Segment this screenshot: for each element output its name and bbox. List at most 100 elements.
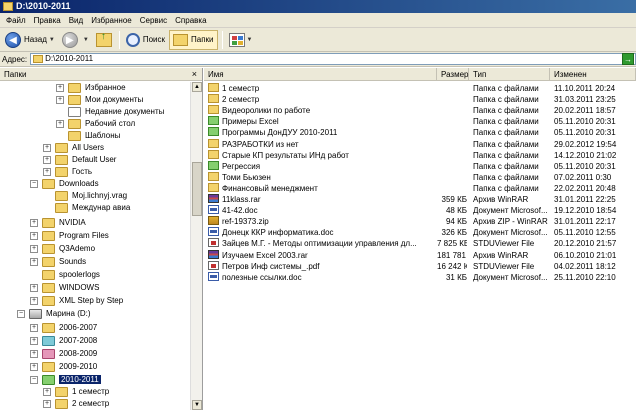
column-size[interactable]: Размер — [437, 68, 469, 81]
tree-item-recent-docs[interactable]: Недавние документы — [56, 106, 164, 117]
expand-icon[interactable]: + — [56, 119, 64, 128]
column-modified[interactable]: Изменен — [550, 68, 636, 81]
menu-help[interactable]: Справка — [171, 16, 210, 25]
file-row[interactable]: 41-42.doc 48 КБ Документ Microsof... 19.12.… — [204, 205, 636, 216]
file-modified: 05.11.2010 12:55 — [554, 228, 616, 238]
file-row[interactable]: Томи Бьюзен Папка с файлами 07.02.2011 0:3… — [204, 171, 636, 183]
folder-icon — [55, 202, 68, 213]
tree-item-my-documents[interactable]: + Мои документы — [56, 94, 143, 105]
file-row[interactable]: Зайцев М.Г. - Методы оптимизации управле… — [204, 238, 636, 249]
tree-item-2006-2007[interactable]: +2006-2007 — [30, 322, 97, 333]
address-input[interactable]: D:\2010-2011 — [30, 53, 636, 65]
tree-item-sounds[interactable]: + Sounds — [30, 256, 86, 267]
menu-tools[interactable]: Сервис — [136, 16, 171, 25]
menu-edit[interactable]: Правка — [30, 16, 65, 25]
collapse-icon[interactable]: − — [30, 179, 38, 188]
tree-item-2010-2011[interactable]: −2010-2011 — [30, 374, 101, 385]
tree-item-q3ademo[interactable]: + Q3Ademo — [30, 243, 95, 254]
tree-item-2-semestr[interactable]: +2 семестр — [43, 398, 109, 409]
folders-pane-title: Папки — [4, 70, 27, 79]
folder-icon — [208, 171, 219, 181]
file-row[interactable]: Донецк ККР информатика.doc 326 КБ Документ… — [204, 227, 636, 238]
forward-button[interactable]: ▶ ▼ — [59, 30, 92, 50]
tree-item-downloads[interactable]: − Downloads — [30, 178, 99, 189]
file-row[interactable]: РАЗРАБОТКИ из нет Папка с файлами 29.02.20… — [204, 138, 636, 150]
expand-icon[interactable]: + — [43, 167, 51, 176]
expand-icon[interactable]: + — [30, 283, 38, 292]
menu-favorites[interactable]: Избранное — [87, 16, 136, 25]
file-row[interactable]: 11klass.rar 359 КБ Архив WinRAR 31.01.2011 … — [204, 194, 636, 205]
up-button[interactable] — [93, 30, 115, 50]
file-row[interactable]: 1 семестр Папка с файлами 11.10.2011 20:24 — [204, 83, 636, 94]
file-row[interactable]: Примеры Excel Папка с файлами 05.11.2010 2… — [204, 116, 636, 127]
scroll-thumb[interactable] — [192, 162, 202, 216]
folder-icon — [42, 256, 55, 267]
tree-item-mezhdunar-avia[interactable]: Междунар авиа — [43, 202, 130, 213]
tree-item-guest[interactable]: + Гость — [43, 166, 92, 177]
expand-icon[interactable]: + — [30, 349, 38, 358]
menu-view[interactable]: Вид — [65, 16, 87, 25]
tree-item-2009-2010[interactable]: +2009-2010 — [30, 361, 97, 372]
expand-icon[interactable]: + — [30, 231, 38, 240]
tree-item-moj-lichnyj-vrag[interactable]: Moj.lichnyj.vrag — [43, 190, 127, 201]
folders-button[interactable]: Папки — [169, 29, 218, 50]
tree-item-windows[interactable]: + WINDOWS — [30, 282, 99, 293]
file-row[interactable]: Регрессия Папка с файлами 05.11.2010 20:31 — [204, 160, 636, 172]
expand-icon[interactable]: + — [43, 143, 51, 152]
expand-icon[interactable]: + — [43, 155, 51, 164]
scroll-up-icon[interactable]: ▲ — [192, 82, 202, 92]
tree-item-nvidia[interactable]: + NVIDIA — [30, 217, 86, 228]
views-button[interactable]: ▼ — [226, 30, 256, 50]
file-row[interactable]: Видеоролики по работе Папка с файлами 20.0… — [204, 105, 636, 116]
forward-arrow-icon: ▶ — [61, 31, 78, 48]
go-button[interactable]: → — [622, 53, 634, 65]
file-row[interactable]: 2 семестр Папка с файлами 31.03.2011 23:25 — [204, 94, 636, 105]
toolbar: ◀ Назад ▼ ▶ ▼ Поиск Папки ▼ — [0, 28, 636, 52]
tree-item-templates[interactable]: Шаблоны — [56, 130, 120, 141]
collapse-icon[interactable]: − — [17, 309, 25, 318]
expand-icon[interactable]: + — [30, 244, 38, 253]
expand-icon[interactable]: + — [43, 399, 51, 408]
file-row[interactable]: ref-19373.zip 94 КБ Архив ZIP - WinRAR 31.0… — [204, 216, 636, 227]
expand-icon[interactable]: + — [30, 362, 38, 371]
file-row[interactable]: Старые КП результаты ИНд работ Папка с фа… — [204, 149, 636, 161]
search-button[interactable]: Поиск — [123, 30, 168, 50]
tree-scrollbar[interactable]: ▲ ▼ — [190, 82, 202, 410]
scroll-down-icon[interactable]: ▼ — [192, 400, 202, 410]
expand-icon[interactable]: + — [30, 296, 38, 305]
tree-item-default-user[interactable]: + Default User — [43, 154, 116, 165]
column-name[interactable]: Имя — [204, 68, 437, 81]
file-row[interactable]: Программы ДонДУУ 2010-2011 Папка с файлам… — [204, 127, 636, 138]
expand-icon[interactable]: + — [56, 83, 64, 92]
file-row[interactable]: Финансовый менеджмент Папка с файлами 22.0… — [204, 182, 636, 194]
expand-icon[interactable]: + — [43, 387, 51, 396]
close-icon[interactable]: × — [192, 68, 197, 81]
expand-icon[interactable]: + — [56, 95, 64, 104]
file-type: Архив WinRAR — [473, 250, 529, 260]
folder-icon — [42, 361, 55, 372]
tree-item-desktop[interactable]: + Рабочий стол — [56, 118, 135, 129]
tree-item-drive-d[interactable]: − Марина (D:) — [17, 308, 91, 319]
tree-item-all-users[interactable]: + All Users — [43, 142, 104, 153]
expand-icon[interactable]: + — [30, 323, 38, 332]
tree-item-2008-2009[interactable]: +2008-2009 — [30, 348, 97, 359]
file-type: Папка с файлами — [473, 150, 539, 160]
expand-icon[interactable]: + — [30, 257, 38, 266]
column-type[interactable]: Тип — [469, 68, 550, 81]
tree-item-2007-2008[interactable]: +2007-2008 — [30, 335, 97, 346]
tree-item-1-semestr[interactable]: +1 семестр — [43, 386, 109, 397]
expand-icon[interactable]: + — [30, 218, 38, 227]
collapse-icon[interactable]: − — [30, 375, 38, 384]
file-modified: 05.11.2010 20:31 — [554, 128, 616, 138]
menu-file[interactable]: Файл — [2, 16, 30, 25]
file-row[interactable]: Петров Инф системы_.pdf 16 242 КБ STDUView… — [204, 260, 636, 272]
back-button[interactable]: ◀ Назад ▼ — [2, 30, 58, 50]
file-row[interactable]: Изучаем Excel 2003.rar 181 781 КБ Архив Wi… — [204, 249, 636, 261]
folder-icon — [208, 116, 219, 126]
tree-item-xml-step-by-step[interactable]: + XML Step by Step — [30, 295, 123, 306]
file-row[interactable]: полезные ссылки.doc 31 КБ Документ Microso… — [204, 271, 636, 283]
tree-item-program-files[interactable]: + Program Files — [30, 230, 109, 241]
tree-item-favorites[interactable]: + Избранное — [56, 82, 126, 93]
tree-item-spoolerlogs[interactable]: spoolerlogs — [30, 269, 100, 280]
expand-icon[interactable]: + — [30, 336, 38, 345]
